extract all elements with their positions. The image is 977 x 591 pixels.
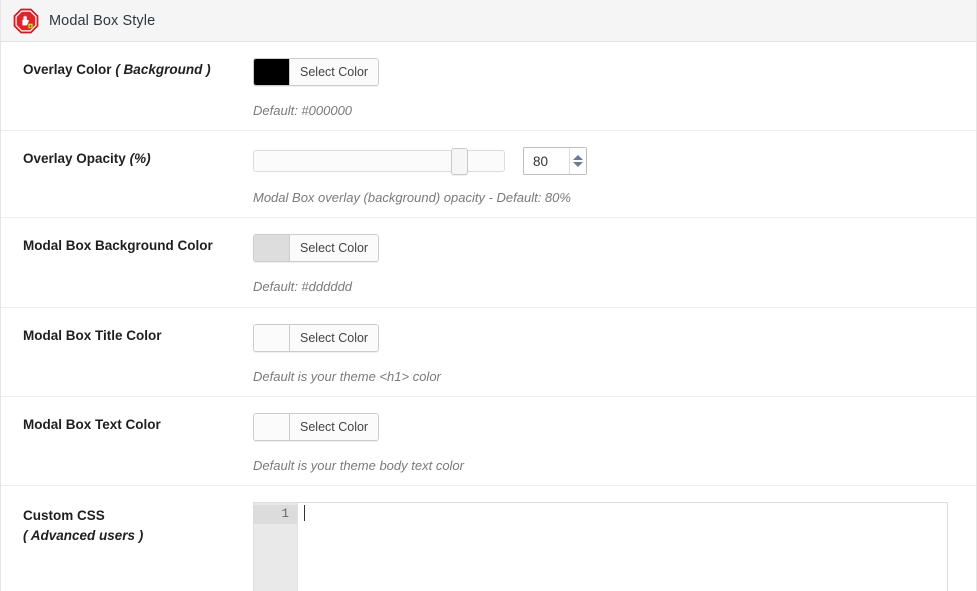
row-label-cell: Custom CSS ( Advanced users )	[1, 486, 253, 555]
overlay-opacity-description: Modal Box overlay (background) opacity -…	[253, 190, 571, 206]
opacity-value: 80	[533, 153, 549, 169]
modal-title-color-label: Modal Box Title Color	[23, 326, 239, 346]
row-field-cell: 1	[253, 486, 976, 591]
modal-background-color-description: Default: #dddddd	[253, 279, 353, 295]
row-field-cell: 80 Modal Box overlay (background) opacit…	[253, 131, 976, 217]
label-emphasis: ( Background )	[115, 62, 211, 77]
label-emphasis: (%)	[129, 151, 151, 167]
slider-handle[interactable]	[451, 148, 468, 176]
modal-text-color-picker[interactable]: Select Color	[253, 412, 380, 441]
editor-line-gutter: 1	[254, 502, 298, 591]
label-text: Modal Box Title Color	[23, 327, 162, 343]
panel-header: Modal Box Style	[1, 0, 976, 42]
modal-title-color-picker[interactable]: Select Color	[253, 323, 380, 352]
row-overlay-color: Overlay Color ( Background ) Select Colo…	[1, 42, 976, 132]
color-swatch[interactable]	[254, 324, 290, 351]
label-text: Overlay Opacity	[23, 151, 126, 167]
row-field-cell: Select Color Default is your theme body …	[253, 397, 976, 485]
label-text: Overlay Color	[23, 62, 112, 77]
modal-text-color-description: Default is your theme body text color	[253, 457, 464, 473]
color-swatch[interactable]	[254, 235, 290, 262]
select-color-button[interactable]: Select Color	[290, 413, 379, 440]
row-label-cell: Overlay Opacity (%)	[1, 131, 253, 179]
opacity-slider[interactable]	[253, 148, 505, 176]
label-text: Modal Box Text Color	[23, 416, 161, 432]
custom-css-editor[interactable]: 1	[253, 501, 948, 591]
row-label-cell: Modal Box Background Color	[1, 218, 253, 266]
select-color-button[interactable]: Select Color	[290, 324, 379, 351]
overlay-color-picker[interactable]: Select Color	[253, 58, 380, 86]
spinner-up-icon[interactable]	[573, 155, 583, 161]
opacity-control-group: 80	[253, 147, 976, 176]
color-swatch[interactable]	[254, 413, 290, 440]
select-color-button[interactable]: Select Color	[290, 59, 379, 85]
row-label-cell: Modal Box Title Color	[1, 308, 253, 356]
page-title: Modal Box Style	[49, 12, 156, 29]
number-spinner[interactable]	[569, 148, 586, 175]
row-field-cell: Select Color Default is your theme <h1> …	[253, 308, 976, 396]
stop-hand-icon	[13, 8, 39, 33]
custom-css-label: Custom CSS ( Advanced users )	[23, 506, 239, 545]
line-number: 1	[254, 504, 297, 524]
custom-css-textarea[interactable]	[298, 503, 947, 591]
modal-background-color-picker[interactable]: Select Color	[253, 234, 380, 263]
select-color-button[interactable]: Select Color	[290, 235, 379, 262]
color-swatch[interactable]	[254, 59, 290, 85]
opacity-number-field[interactable]: 80	[523, 147, 587, 176]
row-custom-css: Custom CSS ( Advanced users ) 1	[1, 486, 976, 591]
row-modal-text-color: Modal Box Text Color Select Color Defaul…	[1, 397, 976, 486]
spinner-down-icon[interactable]	[573, 162, 583, 168]
overlay-color-label: Overlay Color ( Background )	[23, 60, 239, 80]
row-modal-title-color: Modal Box Title Color Select Color Defau…	[1, 308, 976, 397]
label-text: Custom CSS	[23, 507, 105, 523]
overlay-color-description: Default: #000000	[253, 103, 353, 118]
modal-box-style-panel: Modal Box Style Overlay Color ( Backgrou…	[0, 0, 977, 591]
row-field-cell: Select Color Default: #000000	[253, 42, 976, 130]
row-field-cell: Select Color Default: #dddddd	[253, 218, 976, 306]
text-caret	[304, 504, 305, 521]
row-label-cell: Modal Box Text Color	[1, 397, 253, 445]
overlay-opacity-label: Overlay Opacity (%)	[23, 149, 239, 169]
row-label-cell: Overlay Color ( Background )	[1, 42, 253, 90]
label-emphasis: ( Advanced users )	[23, 527, 144, 543]
row-overlay-opacity: Overlay Opacity (%) 80 Modal Box overlay…	[1, 131, 976, 219]
row-modal-background-color: Modal Box Background Color Select Color …	[1, 218, 976, 308]
label-text: Modal Box Background Color	[23, 238, 213, 254]
modal-text-color-label: Modal Box Text Color	[23, 415, 239, 435]
modal-title-color-description: Default is your theme <h1> color	[253, 368, 441, 384]
modal-background-color-label: Modal Box Background Color	[23, 236, 239, 256]
